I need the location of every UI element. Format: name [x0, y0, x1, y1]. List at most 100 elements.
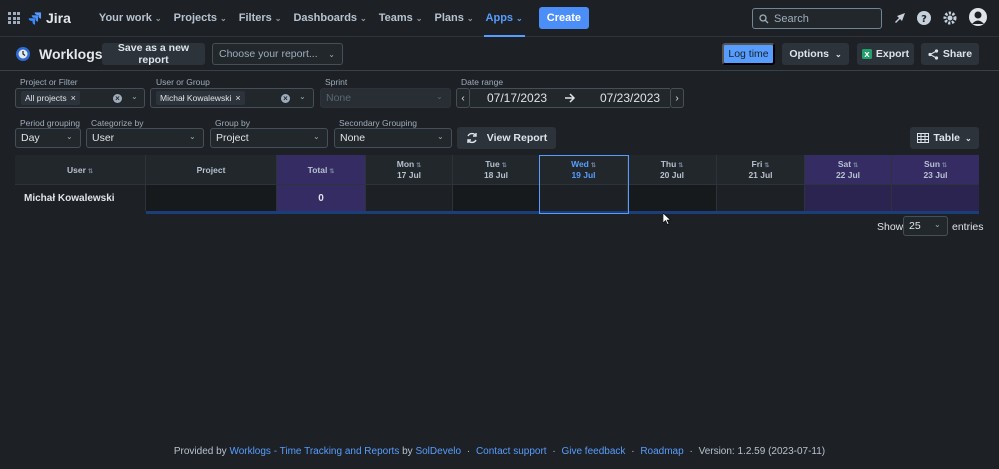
table-row-user: Michał Kowalewski — [15, 184, 146, 211]
clear-icon[interactable]: × — [113, 94, 122, 103]
project-filter-select[interactable]: All projects × × ⌄ — [15, 88, 145, 108]
col-day-name: Tue — [485, 159, 500, 169]
col-header-sun[interactable]: Sun ⇅ 23 Jul — [892, 155, 979, 184]
nav-dashboards[interactable]: Dashboards ⌄ — [287, 0, 372, 37]
table-cell-fri — [717, 184, 805, 211]
col-header-total[interactable]: Total ⇅ — [277, 155, 366, 184]
table-cell-total: 0 — [277, 184, 366, 211]
col-day-date: 17 Jul — [396, 170, 422, 180]
date-from[interactable]: 07/17/2023 — [487, 91, 547, 105]
jira-brand-text: Jira — [46, 10, 71, 26]
table-icon — [917, 133, 930, 143]
chevron-down-icon: ⌄ — [834, 49, 842, 59]
share-button[interactable]: Share — [921, 43, 979, 65]
footer-vendor-link[interactable]: SolDevelo — [415, 446, 461, 457]
nav-teams[interactable]: Teams ⌄ — [373, 0, 429, 37]
chevron-down-icon: ⌄ — [299, 92, 306, 101]
chevron-down-icon: ⌄ — [466, 13, 474, 23]
user-avatar-icon[interactable] — [969, 8, 987, 26]
sort-icon: ⇅ — [87, 168, 93, 175]
nav-projects[interactable]: Projects ⌄ — [168, 0, 233, 37]
footer-version: Version: 1.2.59 (2023-07-11) — [698, 446, 826, 457]
footer-app-link[interactable]: Worklogs - Time Tracking and Reports — [229, 446, 399, 457]
choose-report-select[interactable]: Choose your report... ⌄ — [212, 43, 343, 65]
group-by-select[interactable]: Project ⌄ — [210, 128, 328, 148]
notifications-icon[interactable] — [892, 10, 908, 26]
table-cell-sat — [805, 184, 892, 211]
nav-filters[interactable]: Filters ⌄ — [233, 0, 288, 37]
date-to[interactable]: 07/23/2023 — [600, 91, 660, 105]
remove-tag-icon[interactable]: × — [71, 93, 76, 103]
chevron-down-icon: ⌄ — [415, 13, 423, 23]
table-view-label: Table — [933, 132, 960, 144]
help-icon[interactable]: ? — [916, 10, 932, 26]
nav-filters-label: Filters — [238, 12, 272, 24]
chevron-down-icon: ⌄ — [436, 92, 443, 101]
sprint-filter-select: None ⌄ — [320, 88, 451, 108]
clear-icon[interactable]: × — [281, 94, 290, 103]
col-day-date: 22 Jul — [835, 170, 861, 180]
chevron-left-icon: ‹ — [461, 92, 465, 104]
footer-contact-link[interactable]: Contact support — [476, 446, 547, 457]
nav-your-work[interactable]: Your work ⌄ — [93, 0, 168, 37]
page-title: Worklogs — [39, 46, 103, 62]
footer-separator: · — [689, 446, 693, 457]
col-header-thu[interactable]: Thu ⇅ 20 Jul — [628, 155, 717, 184]
col-header-fri[interactable]: Fri ⇅ 21 Jul — [717, 155, 805, 184]
col-header-user-text: User — [67, 164, 86, 175]
export-button[interactable]: X Export — [857, 43, 914, 65]
create-button[interactable]: Create — [538, 7, 589, 29]
remove-tag-icon[interactable]: × — [235, 93, 240, 103]
period-grouping-select[interactable]: Day ⌄ — [15, 128, 81, 148]
view-report-label: View Report — [486, 132, 548, 144]
entries-label: entries — [952, 221, 984, 233]
footer-feedback-link[interactable]: Give feedback — [561, 446, 625, 457]
sort-icon: ⇅ — [942, 163, 948, 169]
chevron-down-icon: ⌄ — [964, 133, 972, 143]
nav-apps[interactable]: Apps ⌄ — [480, 0, 529, 37]
chevron-down-icon: ⌄ — [220, 13, 227, 23]
options-button[interactable]: Options ⌄ — [782, 43, 849, 65]
nav-dashboards-label: Dashboards — [293, 12, 358, 24]
show-label: Show — [877, 221, 904, 233]
col-header-user[interactable]: User ⇅ — [15, 155, 146, 184]
categorize-by-select[interactable]: User ⌄ — [86, 128, 204, 148]
col-day-name: Thu — [660, 159, 677, 169]
period-grouping-label: Period grouping — [20, 118, 81, 128]
previous-period-button[interactable]: ‹ — [456, 88, 470, 108]
secondary-grouping-label: Secondary Grouping — [339, 118, 417, 128]
secondary-grouping-select[interactable]: None ⌄ — [334, 128, 452, 148]
col-header-project: Project — [146, 155, 277, 184]
project-filter-label: Project or Filter — [20, 77, 78, 87]
table-view-button[interactable]: Table ⌄ — [910, 127, 979, 149]
save-report-button[interactable]: Save as a new report — [102, 42, 205, 66]
table-cell-project — [146, 184, 277, 211]
page-size-select[interactable]: 25 ⌄ — [903, 216, 948, 236]
col-header-project-text: Project — [196, 164, 226, 175]
nav-plans[interactable]: Plans ⌄ — [428, 0, 479, 37]
categorize-by-value: User — [92, 132, 115, 144]
table-cell-thu — [628, 184, 717, 211]
col-header-total-text: Total — [307, 164, 328, 175]
chevron-down-icon: ⌄ — [189, 132, 196, 141]
today-column-highlight — [539, 155, 629, 214]
view-report-button[interactable]: View Report — [457, 127, 556, 149]
jira-logo[interactable]: Jira — [28, 10, 71, 26]
settings-gear-icon[interactable] — [942, 10, 958, 26]
project-tag: All projects × — [21, 91, 80, 105]
app-switcher-icon[interactable] — [8, 12, 20, 24]
chevron-down-icon: ⌄ — [516, 13, 523, 23]
table-cell-mon — [366, 184, 453, 211]
footer-roadmap-link[interactable]: Roadmap — [640, 446, 683, 457]
user-filter-select[interactable]: Michał Kowalewski × × ⌄ — [150, 88, 314, 108]
col-header-tue[interactable]: Tue ⇅ 18 Jul — [453, 155, 540, 184]
project-tag-text: All projects — [25, 93, 67, 103]
date-range-label: Date range — [461, 77, 504, 87]
next-period-button[interactable]: › — [670, 88, 684, 108]
date-range-picker[interactable]: 07/17/2023 07/23/2023 — [470, 88, 670, 108]
search-input[interactable]: Search — [752, 8, 882, 29]
col-header-sat[interactable]: Sat ⇅ 22 Jul — [805, 155, 892, 184]
col-header-mon[interactable]: Mon ⇅ 17 Jul — [366, 155, 453, 184]
col-day-name: Sat — [837, 159, 852, 169]
log-time-button[interactable]: Log time — [722, 43, 775, 65]
